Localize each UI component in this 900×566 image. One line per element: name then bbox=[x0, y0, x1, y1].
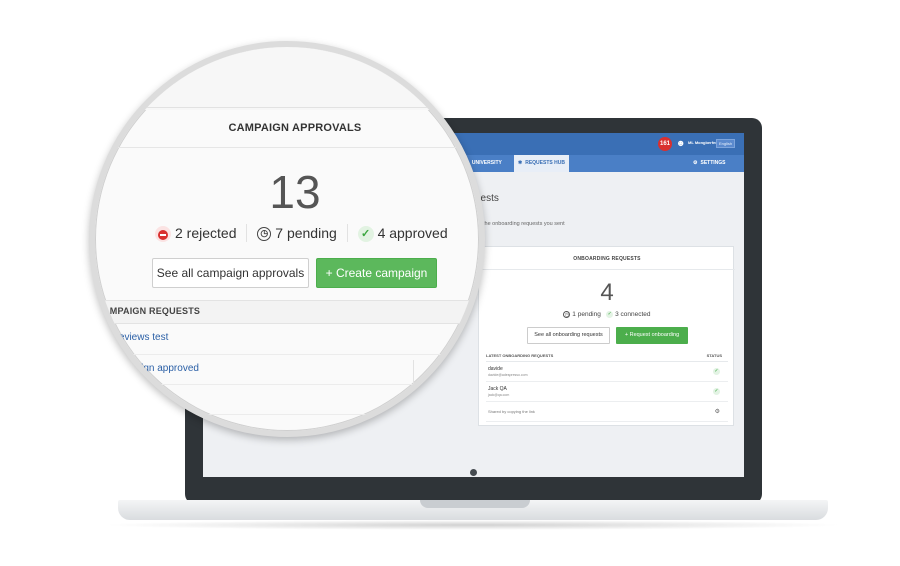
rejected-stat[interactable]: 2 rejected bbox=[155, 225, 236, 242]
check-icon: ✓ bbox=[606, 311, 614, 318]
divider bbox=[479, 269, 735, 270]
onboarding-title: ONBOARDING REQUESTS bbox=[573, 256, 641, 262]
row-name: Shared by copying the link bbox=[488, 409, 535, 414]
rejected-icon bbox=[155, 225, 171, 242]
request-onboarding-button[interactable]: + Request onboarding bbox=[616, 327, 688, 344]
approved-stat[interactable]: ✓ 4 approved bbox=[357, 224, 448, 242]
divider bbox=[128, 107, 479, 108]
create-campaign-button[interactable]: + Create campaign bbox=[316, 258, 437, 288]
user-name[interactable]: ML Mongberfeel bbox=[688, 140, 719, 145]
request-onboarding-label: Request onboarding bbox=[629, 332, 680, 338]
campaign-stats: 2 rejected ◷ 7 pending ✓ 4 approved bbox=[155, 224, 448, 244]
divider bbox=[95, 384, 413, 385]
divider bbox=[95, 147, 479, 148]
divider bbox=[95, 354, 479, 355]
laptop-shadow bbox=[100, 520, 845, 530]
nav-settings[interactable]: ⚙ SETTINGS bbox=[693, 155, 726, 172]
magnified-content: CAMPAIGN APPROVALS 13 2 rejected ◷ 7 pend… bbox=[89, 47, 479, 431]
connected-check-icon: ✓ bbox=[713, 368, 720, 375]
notification-badge[interactable]: 161 bbox=[658, 137, 672, 151]
plus-icon: + bbox=[325, 266, 336, 280]
approved-label: 4 approved bbox=[377, 224, 448, 241]
campaign-request-link[interactable]: naign approved bbox=[130, 363, 199, 374]
nav-settings-label: SETTINGS bbox=[700, 160, 726, 166]
onboarding-pending[interactable]: 1 pending bbox=[572, 311, 601, 318]
row-name: Jack QA bbox=[488, 386, 507, 392]
page-subtitle: the onboarding requests you sent bbox=[483, 221, 565, 227]
divider bbox=[95, 414, 367, 415]
nav-requests-hub-label: REQUESTS HUB bbox=[525, 160, 565, 166]
onboarding-card: ONBOARDING REQUESTS 4 ◷ 1 pending ✓ 3 co… bbox=[478, 246, 735, 426]
table-row[interactable]: Jack QA jack@qa.com ✓ bbox=[486, 382, 728, 402]
camera-dot bbox=[470, 469, 477, 476]
clock-icon: ◷ bbox=[257, 227, 272, 242]
row-email: jack@qa.com bbox=[488, 393, 510, 397]
divider bbox=[346, 224, 348, 243]
gear-icon: ⚙ bbox=[693, 160, 698, 166]
check-icon: ✓ bbox=[439, 378, 445, 385]
divider bbox=[246, 224, 248, 243]
create-campaign-label: Create campaign bbox=[335, 266, 428, 280]
requests-hub-icon: ✱ bbox=[518, 160, 523, 166]
table-row[interactable]: Shared by copying the link ⚙ bbox=[486, 402, 728, 422]
onboarding-card-edge bbox=[413, 360, 453, 418]
connected-check-icon: ✓ bbox=[713, 388, 720, 395]
see-all-onboarding-button[interactable]: See all onboarding requests bbox=[527, 327, 610, 344]
check-icon: ✓ bbox=[357, 225, 374, 242]
clock-icon: ◷ bbox=[563, 311, 571, 318]
onboarding-stats: ◷ 1 pending ✓ 3 connected bbox=[479, 311, 735, 318]
gear-icon: ⚙ bbox=[439, 397, 446, 404]
nav-requests-hub[interactable]: ✱ REQUESTS HUB bbox=[514, 155, 569, 172]
campaign-approvals-count: 13 bbox=[269, 166, 321, 218]
table-row[interactable]: davide davide@adespresso.com ✓ bbox=[486, 362, 728, 382]
magnified-header-band bbox=[95, 47, 479, 110]
campaign-requests-label: T CAMPAIGN REQUESTS bbox=[89, 306, 201, 316]
table-header: LATEST ONBOARDING REQUESTS STATUS bbox=[486, 350, 728, 362]
rejected-label: 2 rejected bbox=[175, 224, 237, 241]
onboarding-count: 4 bbox=[600, 279, 614, 306]
pending-stat[interactable]: ◷ 7 pending bbox=[257, 225, 337, 242]
pending-label: 7 pending bbox=[275, 225, 337, 242]
see-all-campaign-approvals-button[interactable]: See all campaign approvals bbox=[152, 258, 309, 288]
status-header: STATUS bbox=[706, 353, 722, 358]
row-email: davide@adespresso.com bbox=[488, 373, 528, 377]
onboarding-connected[interactable]: 3 connected bbox=[615, 311, 650, 318]
onboarding-table: LATEST ONBOARDING REQUESTS STATUS davide… bbox=[486, 350, 728, 422]
row-name: davide bbox=[488, 366, 503, 372]
language-selector[interactable]: English bbox=[716, 139, 736, 148]
campaign-approvals-title: CAMPAIGN APPROVALS bbox=[228, 122, 362, 134]
magnifier-lens: CAMPAIGN APPROVALS 13 2 rejected ◷ 7 pend… bbox=[89, 41, 485, 437]
gear-icon: ⚙ bbox=[714, 409, 720, 415]
table-header-label: LATEST ONBOARDING REQUESTS bbox=[486, 353, 554, 358]
campaign-request-link[interactable]: previews test bbox=[110, 332, 168, 343]
laptop-notch bbox=[420, 500, 530, 508]
user-icon[interactable]: ☻ bbox=[676, 138, 686, 148]
